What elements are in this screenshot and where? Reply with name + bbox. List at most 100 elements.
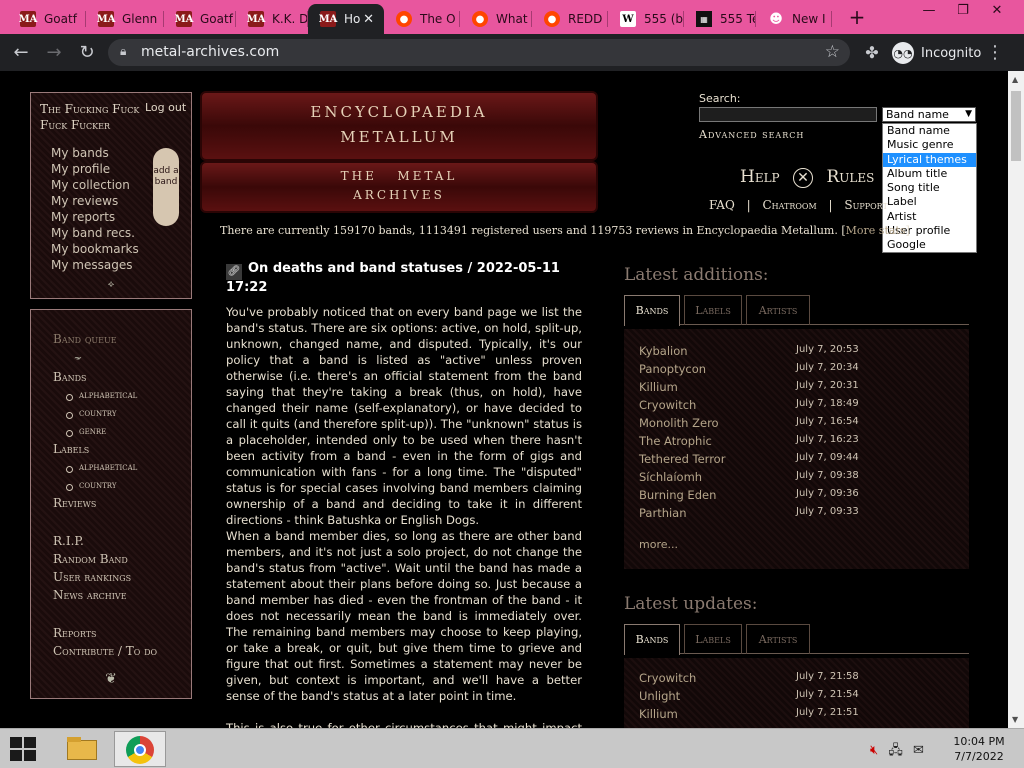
my-profile-link[interactable]: My profile bbox=[51, 161, 139, 177]
labels-menu[interactable]: Labels bbox=[53, 442, 89, 456]
my-reviews-link[interactable]: My reviews bbox=[51, 193, 139, 209]
search-option-google[interactable]: Google bbox=[883, 238, 976, 252]
extensions-icon[interactable]: ✤ bbox=[861, 42, 883, 64]
logout-link[interactable]: Log out bbox=[145, 101, 186, 114]
scroll-down-icon[interactable]: ▼ bbox=[1012, 715, 1018, 724]
my-bands-link[interactable]: My bands bbox=[51, 145, 139, 161]
random-band-link[interactable]: Random Band bbox=[53, 552, 128, 566]
band-link[interactable]: Cryowitch bbox=[639, 671, 696, 685]
scrollbar-thumb[interactable] bbox=[1011, 91, 1021, 161]
updates-tab-bands[interactable]: Bands bbox=[624, 624, 680, 655]
scroll-up-icon[interactable]: ▲ bbox=[1012, 75, 1018, 84]
notification-icon[interactable]: ✉︎ bbox=[913, 743, 924, 758]
band-link[interactable]: Killium bbox=[639, 380, 678, 394]
network-icon[interactable]: 🖧︎ bbox=[888, 743, 903, 758]
search-option-song-title[interactable]: Song title bbox=[883, 181, 976, 195]
site-logo[interactable]: ENCYCLOPAEDIA METALLUM THE METAL ARCHIVE… bbox=[200, 91, 598, 213]
bookmark-star-icon[interactable]: ☆ bbox=[825, 42, 840, 62]
search-option-band-name[interactable]: Band name bbox=[883, 124, 976, 138]
user-rankings-link[interactable]: User rankings bbox=[53, 570, 131, 584]
additions-tab-bands[interactable]: Bands bbox=[624, 295, 680, 326]
band-link[interactable]: Monolith Zero bbox=[639, 416, 719, 430]
browser-tab[interactable]: MA Goatf bbox=[164, 4, 236, 34]
address-bar[interactable]: 🔒︎ metal-archives.com ☆ bbox=[108, 39, 850, 66]
close-window-button[interactable]: ✕ bbox=[980, 0, 1014, 22]
reports-link[interactable]: Reports bbox=[53, 626, 97, 640]
faq-link[interactable]: FAQ bbox=[709, 198, 735, 212]
chrome-taskbar-icon[interactable] bbox=[114, 731, 166, 767]
updates-tab-labels[interactable]: Labels bbox=[684, 624, 742, 654]
browser-tab[interactable]: W 555 (b bbox=[608, 4, 684, 34]
bands-alphabetical-link[interactable]: alphabetical bbox=[65, 390, 137, 401]
minimize-button[interactable]: — bbox=[912, 0, 946, 22]
band-link[interactable]: Burning Eden bbox=[639, 488, 716, 502]
news-archive-link[interactable]: News archive bbox=[53, 588, 127, 602]
band-link[interactable]: Unlight bbox=[639, 689, 680, 703]
bands-country-link[interactable]: country bbox=[65, 408, 116, 419]
windows-start-icon[interactable] bbox=[10, 737, 38, 761]
band-link[interactable]: Panoptycon bbox=[639, 362, 706, 376]
forward-icon[interactable]: → bbox=[43, 42, 65, 64]
advanced-search-link[interactable]: Advanced search bbox=[699, 128, 804, 141]
search-input[interactable] bbox=[699, 107, 877, 122]
bands-menu[interactable]: Bands bbox=[53, 370, 87, 384]
back-icon[interactable]: ← bbox=[10, 42, 32, 64]
rules-link[interactable]: Rules bbox=[826, 167, 874, 187]
browser-tab[interactable]: ● What bbox=[460, 4, 532, 34]
rip-link[interactable]: R.I.P. bbox=[53, 534, 84, 548]
chatroom-link[interactable]: Chatroom bbox=[763, 198, 817, 212]
browser-tab[interactable]: ● The O bbox=[384, 4, 460, 34]
help-link[interactable]: Help bbox=[740, 167, 780, 187]
search-option-label[interactable]: Label bbox=[883, 195, 976, 209]
search-option-lyrical-themes[interactable]: Lyrical themes bbox=[883, 152, 976, 167]
permalink-icon[interactable]: 🔗︎ bbox=[226, 264, 242, 280]
browser-tab[interactable]: MA Glenn bbox=[86, 4, 164, 34]
search-option-music-genre[interactable]: Music genre bbox=[883, 138, 976, 152]
band-link[interactable]: Killium bbox=[639, 707, 678, 721]
browser-tab[interactable]: ▦ 555 Te bbox=[684, 4, 756, 34]
username[interactable]: The Fucking Fuck Fuck Fucker bbox=[40, 101, 150, 133]
band-link[interactable]: Cryowitch bbox=[639, 398, 696, 412]
my-messages-link[interactable]: My messages bbox=[51, 257, 139, 273]
contribute-link[interactable]: Contribute / To do bbox=[53, 644, 157, 658]
browser-tab[interactable]: ● REDD bbox=[532, 4, 608, 34]
search-option-artist[interactable]: Artist bbox=[883, 210, 976, 224]
search-type-select[interactable]: Band name ▼ bbox=[882, 107, 976, 122]
page-scrollbar[interactable]: ▲ ▼ bbox=[1008, 71, 1024, 728]
bands-genre-link[interactable]: genre bbox=[65, 426, 106, 437]
band-link[interactable]: Kybalion bbox=[639, 344, 688, 358]
band-link[interactable]: Síchlaíomh bbox=[639, 470, 702, 484]
reload-icon[interactable]: ↻ bbox=[76, 42, 98, 64]
close-tab-icon[interactable]: ✕ bbox=[363, 12, 374, 27]
volume-muted-icon[interactable]: 🔇︎ bbox=[870, 743, 878, 758]
my-reports-link[interactable]: My reports bbox=[51, 209, 139, 225]
add-band-button[interactable]: add a band bbox=[153, 148, 179, 226]
my-band-recs-link[interactable]: My band recs. bbox=[51, 225, 139, 241]
menu-kebab-icon[interactable]: ⋮ bbox=[984, 42, 1006, 64]
reviews-link[interactable]: Reviews bbox=[53, 496, 96, 510]
band-link[interactable]: Parthian bbox=[639, 506, 687, 520]
updates-tab-artists[interactable]: Artists bbox=[746, 624, 810, 654]
file-explorer-icon[interactable] bbox=[60, 732, 104, 766]
support-link[interactable]: Support bbox=[844, 198, 888, 212]
browser-tab[interactable]: MA K.K. D bbox=[236, 4, 308, 34]
band-link[interactable]: The Atrophic bbox=[639, 434, 712, 448]
additions-tab-artists[interactable]: Artists bbox=[746, 295, 810, 325]
band-link[interactable]: Tethered Terror bbox=[639, 452, 725, 466]
band-queue-link[interactable]: Band queue bbox=[53, 332, 117, 346]
labels-alphabetical-link[interactable]: alphabetical bbox=[65, 462, 137, 473]
system-clock[interactable]: 10:04 PM 7/7/2022 bbox=[948, 734, 1010, 764]
incognito-indicator[interactable]: ◔◔ Incognito bbox=[892, 41, 981, 65]
browser-tab[interactable]: MA Goatf bbox=[8, 4, 86, 34]
my-bookmarks-link[interactable]: My bookmarks bbox=[51, 241, 139, 257]
new-tab-button[interactable]: + bbox=[846, 6, 868, 28]
more-stats-link[interactable]: More stats bbox=[846, 224, 906, 237]
browser-tab[interactable]: ☻ New I bbox=[756, 4, 832, 34]
my-collection-link[interactable]: My collection bbox=[51, 177, 139, 193]
labels-country-link[interactable]: country bbox=[65, 480, 116, 491]
additions-tab-labels[interactable]: Labels bbox=[684, 295, 742, 325]
search-option-album-title[interactable]: Album title bbox=[883, 167, 976, 181]
browser-tab[interactable]: MA Ho ✕ bbox=[308, 4, 384, 34]
restore-button[interactable]: ❐ bbox=[946, 0, 980, 22]
additions-more-link[interactable]: more... bbox=[639, 538, 678, 551]
